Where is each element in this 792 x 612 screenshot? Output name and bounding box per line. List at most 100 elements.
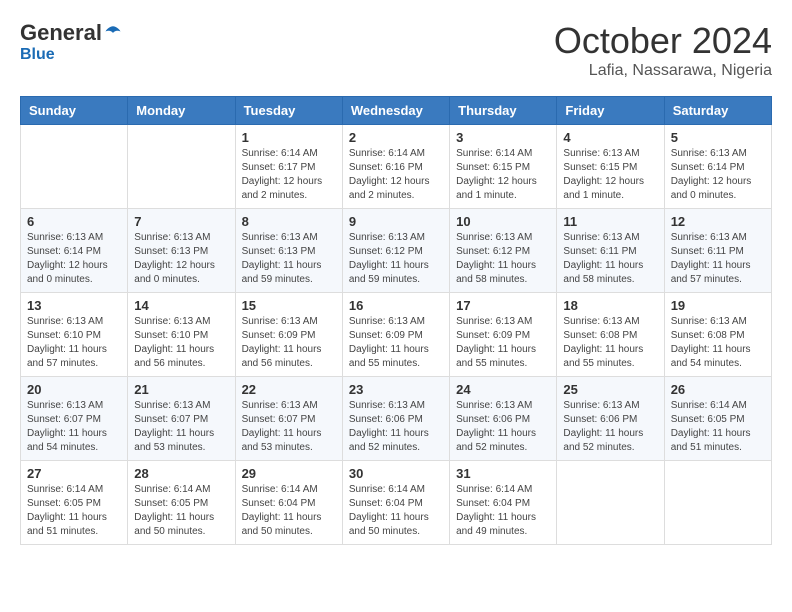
day-number: 1 [242, 130, 336, 145]
weekday-header-friday: Friday [557, 97, 664, 125]
day-info: Sunrise: 6:13 AM Sunset: 6:12 PM Dayligh… [349, 231, 443, 287]
calendar-week-row: 20 Sunrise: 6:13 AM Sunset: 6:07 PM Dayli… [21, 377, 772, 461]
logo-general-text: General [20, 20, 102, 46]
calendar-cell: 1 Sunrise: 6:14 AM Sunset: 6:17 PM Daylig… [235, 125, 342, 209]
calendar-cell: 5Sunrise: 6:13 AM Sunset: 6:14 PM Daylig… [664, 125, 771, 209]
day-number: 6 [27, 214, 121, 229]
day-number: 4 [563, 130, 657, 145]
calendar-cell: 2 Sunrise: 6:14 AM Sunset: 6:16 PM Daylig… [342, 125, 449, 209]
day-info: Sunrise: 6:13 AM Sunset: 6:09 PM Dayligh… [242, 315, 336, 371]
day-info: Sunrise: 6:14 AM Sunset: 6:05 PM Dayligh… [671, 399, 765, 455]
calendar-cell: 24 Sunrise: 6:13 AM Sunset: 6:06 PM Dayli… [450, 377, 557, 461]
location-subtitle: Lafia, Nassarawa, Nigeria [554, 62, 772, 80]
calendar-cell: 17Sunrise: 6:13 AM Sunset: 6:09 PM Dayli… [450, 293, 557, 377]
calendar-week-row: 1 Sunrise: 6:14 AM Sunset: 6:17 PM Daylig… [21, 125, 772, 209]
day-info: Sunrise: 6:13 AM Sunset: 6:06 PM Dayligh… [456, 399, 550, 455]
day-number: 17 [456, 298, 550, 313]
day-number: 9 [349, 214, 443, 229]
day-info: Sunrise: 6:13 AM Sunset: 6:06 PM Dayligh… [349, 399, 443, 455]
day-number: 26 [671, 382, 765, 397]
calendar-header-row: SundayMondayTuesdayWednesdayThursdayFrid… [21, 97, 772, 125]
day-number: 24 [456, 382, 550, 397]
calendar-table: SundayMondayTuesdayWednesdayThursdayFrid… [20, 96, 772, 545]
calendar-cell: 12 Sunrise: 6:13 AM Sunset: 6:11 PM Dayli… [664, 209, 771, 293]
day-number: 7 [134, 214, 228, 229]
day-info: Sunrise: 6:14 AM Sunset: 6:04 PM Dayligh… [349, 483, 443, 539]
weekday-header-monday: Monday [128, 97, 235, 125]
day-number: 27 [27, 466, 121, 481]
title-section: October 2024 Lafia, Nassarawa, Nigeria [554, 20, 772, 80]
calendar-cell: 29 Sunrise: 6:14 AM Sunset: 6:04 PM Dayli… [235, 461, 342, 545]
logo: General Blue [20, 20, 122, 64]
calendar-cell: 19Sunrise: 6:13 AM Sunset: 6:08 PM Dayli… [664, 293, 771, 377]
calendar-cell [557, 461, 664, 545]
day-number: 19 [671, 298, 765, 313]
calendar-cell: 20 Sunrise: 6:13 AM Sunset: 6:07 PM Dayli… [21, 377, 128, 461]
calendar-cell: 22 Sunrise: 6:13 AM Sunset: 6:07 PM Dayli… [235, 377, 342, 461]
day-info: Sunrise: 6:13 AM Sunset: 6:09 PM Dayligh… [349, 315, 443, 371]
day-number: 20 [27, 382, 121, 397]
day-number: 21 [134, 382, 228, 397]
logo-bird-icon [104, 24, 122, 42]
day-info: Sunrise: 6:13 AM Sunset: 6:13 PM Dayligh… [242, 231, 336, 287]
weekday-header-thursday: Thursday [450, 97, 557, 125]
day-number: 14 [134, 298, 228, 313]
calendar-cell: 18Sunrise: 6:13 AM Sunset: 6:08 PM Dayli… [557, 293, 664, 377]
day-number: 15 [242, 298, 336, 313]
day-number: 18 [563, 298, 657, 313]
calendar-cell: 13Sunrise: 6:13 AM Sunset: 6:10 PM Dayli… [21, 293, 128, 377]
calendar-week-row: 6 Sunrise: 6:13 AM Sunset: 6:14 PM Daylig… [21, 209, 772, 293]
calendar-cell: 3 Sunrise: 6:14 AM Sunset: 6:15 PM Daylig… [450, 125, 557, 209]
calendar-cell: 31Sunrise: 6:14 AM Sunset: 6:04 PM Dayli… [450, 461, 557, 545]
calendar-cell: 27 Sunrise: 6:14 AM Sunset: 6:05 PM Dayli… [21, 461, 128, 545]
day-number: 29 [242, 466, 336, 481]
day-number: 11 [563, 214, 657, 229]
day-info: Sunrise: 6:14 AM Sunset: 6:05 PM Dayligh… [27, 483, 121, 539]
day-info: Sunrise: 6:13 AM Sunset: 6:07 PM Dayligh… [134, 399, 228, 455]
day-info: Sunrise: 6:13 AM Sunset: 6:07 PM Dayligh… [242, 399, 336, 455]
day-info: Sunrise: 6:13 AM Sunset: 6:10 PM Dayligh… [27, 315, 121, 371]
day-info: Sunrise: 6:13 AM Sunset: 6:15 PM Dayligh… [563, 147, 657, 203]
calendar-cell: 14 Sunrise: 6:13 AM Sunset: 6:10 PM Dayli… [128, 293, 235, 377]
day-info: Sunrise: 6:13 AM Sunset: 6:14 PM Dayligh… [27, 231, 121, 287]
day-info: Sunrise: 6:14 AM Sunset: 6:04 PM Dayligh… [456, 483, 550, 539]
calendar-cell: 30 Sunrise: 6:14 AM Sunset: 6:04 PM Dayli… [342, 461, 449, 545]
calendar-cell: 7 Sunrise: 6:13 AM Sunset: 6:13 PM Daylig… [128, 209, 235, 293]
weekday-header-saturday: Saturday [664, 97, 771, 125]
day-number: 30 [349, 466, 443, 481]
calendar-cell: 26 Sunrise: 6:14 AM Sunset: 6:05 PM Dayli… [664, 377, 771, 461]
day-info: Sunrise: 6:13 AM Sunset: 6:14 PM Dayligh… [671, 147, 765, 203]
logo-blue-text: Blue [20, 46, 55, 64]
day-number: 10 [456, 214, 550, 229]
day-number: 2 [349, 130, 443, 145]
calendar-week-row: 27 Sunrise: 6:14 AM Sunset: 6:05 PM Dayli… [21, 461, 772, 545]
day-info: Sunrise: 6:13 AM Sunset: 6:11 PM Dayligh… [671, 231, 765, 287]
day-info: Sunrise: 6:13 AM Sunset: 6:10 PM Dayligh… [134, 315, 228, 371]
day-info: Sunrise: 6:14 AM Sunset: 6:04 PM Dayligh… [242, 483, 336, 539]
day-info: Sunrise: 6:13 AM Sunset: 6:06 PM Dayligh… [563, 399, 657, 455]
calendar-cell: 8Sunrise: 6:13 AM Sunset: 6:13 PM Daylig… [235, 209, 342, 293]
calendar-cell: 23Sunrise: 6:13 AM Sunset: 6:06 PM Dayli… [342, 377, 449, 461]
day-info: Sunrise: 6:13 AM Sunset: 6:07 PM Dayligh… [27, 399, 121, 455]
calendar-cell: 10 Sunrise: 6:13 AM Sunset: 6:12 PM Dayli… [450, 209, 557, 293]
day-number: 12 [671, 214, 765, 229]
day-number: 22 [242, 382, 336, 397]
day-info: Sunrise: 6:14 AM Sunset: 6:16 PM Dayligh… [349, 147, 443, 203]
calendar-cell: 6 Sunrise: 6:13 AM Sunset: 6:14 PM Daylig… [21, 209, 128, 293]
day-info: Sunrise: 6:13 AM Sunset: 6:13 PM Dayligh… [134, 231, 228, 287]
day-number: 25 [563, 382, 657, 397]
calendar-cell: 4 Sunrise: 6:13 AM Sunset: 6:15 PM Daylig… [557, 125, 664, 209]
calendar-cell [664, 461, 771, 545]
day-info: Sunrise: 6:13 AM Sunset: 6:12 PM Dayligh… [456, 231, 550, 287]
calendar-cell: 21 Sunrise: 6:13 AM Sunset: 6:07 PM Dayli… [128, 377, 235, 461]
day-number: 3 [456, 130, 550, 145]
calendar-cell: 15 Sunrise: 6:13 AM Sunset: 6:09 PM Dayli… [235, 293, 342, 377]
day-info: Sunrise: 6:14 AM Sunset: 6:15 PM Dayligh… [456, 147, 550, 203]
month-year-title: October 2024 [554, 20, 772, 62]
day-info: Sunrise: 6:14 AM Sunset: 6:05 PM Dayligh… [134, 483, 228, 539]
calendar-cell [21, 125, 128, 209]
calendar-cell: 25 Sunrise: 6:13 AM Sunset: 6:06 PM Dayli… [557, 377, 664, 461]
day-info: Sunrise: 6:14 AM Sunset: 6:17 PM Dayligh… [242, 147, 336, 203]
page-header: General Blue October 2024 Lafia, Nassara… [20, 20, 772, 80]
calendar-week-row: 13Sunrise: 6:13 AM Sunset: 6:10 PM Dayli… [21, 293, 772, 377]
